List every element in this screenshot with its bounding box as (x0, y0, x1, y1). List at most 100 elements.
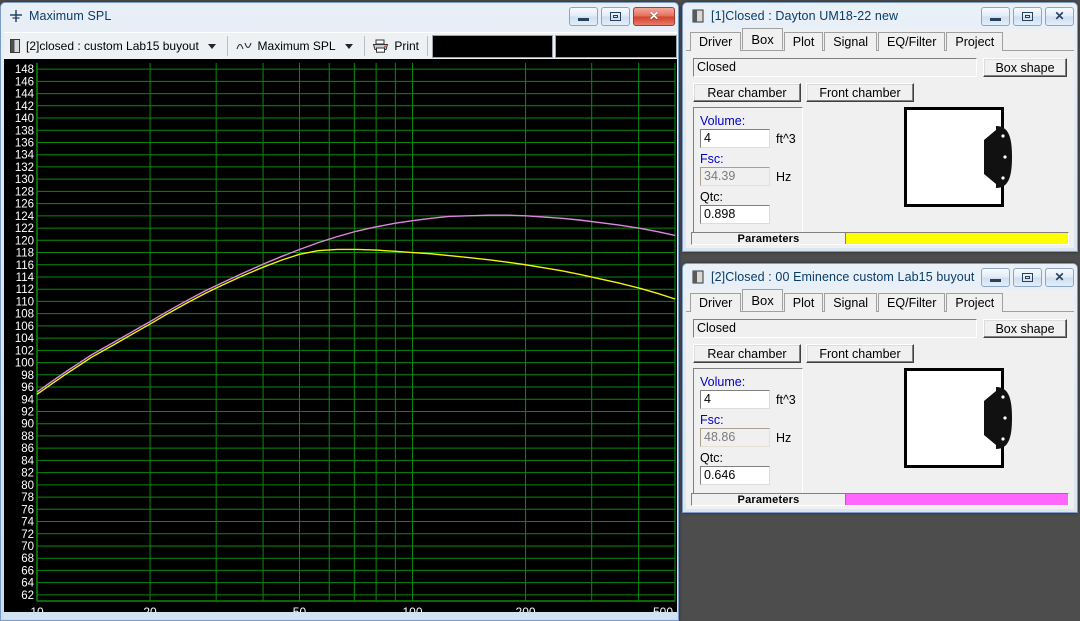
chamber-fields-group-1: Volume:4ft^3Fsc:34.39HzQtc:0.898Advanced… (693, 107, 803, 235)
plot-type-value: Maximum SPL (258, 39, 336, 53)
box-name-field[interactable]: Closed (693, 58, 977, 77)
tab-eq-filter[interactable]: EQ/Filter (878, 32, 945, 51)
spl-window-titlebar[interactable]: Maximum SPL ✕ (1, 3, 678, 29)
svg-text:62: 62 (21, 590, 34, 602)
field-label-qtc: Qtc: (700, 451, 723, 465)
spl-window-buttons: ✕ (569, 7, 675, 26)
maximize-icon[interactable] (601, 7, 630, 26)
close-icon[interactable]: ✕ (1045, 7, 1074, 26)
tab-signal[interactable]: Signal (824, 293, 877, 312)
tab-eq-filter[interactable]: EQ/Filter (878, 293, 945, 312)
svg-text:78: 78 (21, 492, 34, 504)
front-chamber-tab[interactable]: Front chamber (806, 83, 914, 102)
parameters-label: Parameters (692, 233, 846, 244)
svg-text:110: 110 (16, 296, 34, 308)
chevron-down-icon (208, 44, 216, 49)
field-label-fsc: Fsc: (700, 413, 724, 427)
svg-text:100: 100 (15, 358, 34, 370)
box-shape-preview-2 (904, 368, 1004, 468)
tab-box[interactable]: Box (742, 289, 782, 311)
maximize-icon[interactable] (1013, 268, 1042, 287)
chevron-down-icon (345, 44, 353, 49)
svg-text:116: 116 (16, 260, 34, 272)
svg-text:68: 68 (21, 553, 34, 565)
svg-text:96: 96 (21, 382, 34, 394)
print-button[interactable]: Print (366, 34, 425, 59)
tab-signal[interactable]: Signal (824, 32, 877, 51)
spl-window-title: Maximum SPL (29, 9, 569, 23)
field-input-volume[interactable]: 4 (700, 390, 770, 409)
tool-window-2-titlebar[interactable]: [2]Closed : 00 Eminence custom Lab15 buy… (683, 264, 1077, 290)
box-shape-button[interactable]: Box shape (983, 319, 1067, 338)
svg-text:50: 50 (293, 605, 307, 612)
field-label-volume: Volume: (700, 375, 745, 389)
box-panel-2: Closed Box shape Rear chamber Front cham… (686, 312, 1074, 509)
svg-text:200: 200 (516, 605, 536, 612)
tab-driver[interactable]: Driver (690, 32, 741, 51)
tab-plot[interactable]: Plot (784, 293, 824, 312)
svg-text:112: 112 (16, 284, 34, 296)
tool-window-1-title: [1]Closed : Dayton UM18-22 new (711, 9, 981, 23)
readout-left (432, 35, 554, 58)
svg-text:98: 98 (21, 370, 34, 382)
svg-text:106: 106 (15, 321, 34, 333)
svg-text:74: 74 (21, 517, 34, 529)
svg-text:92: 92 (21, 406, 34, 418)
minimize-icon[interactable] (569, 7, 598, 26)
document-icon (10, 39, 20, 53)
svg-text:94: 94 (21, 394, 34, 406)
tab-driver[interactable]: Driver (690, 293, 741, 312)
printer-icon (372, 39, 389, 53)
parameters-color-fill (846, 494, 1068, 505)
svg-text:88: 88 (21, 431, 34, 443)
svg-text:20: 20 (143, 605, 157, 612)
minimize-icon[interactable] (981, 268, 1010, 287)
box-shape-button[interactable]: Box shape (983, 58, 1067, 77)
box-shape-preview-1 (904, 107, 1004, 207)
svg-text:124: 124 (15, 211, 35, 223)
svg-text:144: 144 (15, 89, 35, 101)
svg-text:500: 500 (653, 605, 673, 612)
close-icon[interactable]: ✕ (1045, 268, 1074, 287)
maximum-spl-window: Maximum SPL ✕ [2]closed : custom Lab15 b… (0, 2, 679, 621)
project-combo[interactable]: [2]closed : custom Lab15 buyout (4, 34, 225, 59)
svg-text:136: 136 (15, 137, 34, 149)
field-unit-fsc: Hz (776, 170, 791, 184)
tool-window-1-titlebar[interactable]: [1]Closed : Dayton UM18-22 new ✕ (683, 3, 1077, 29)
field-label-fsc: Fsc: (700, 152, 724, 166)
rear-chamber-tab[interactable]: Rear chamber (693, 344, 801, 363)
svg-text:10: 10 (30, 605, 44, 612)
tool-window-2-buttons: ✕ (981, 268, 1074, 287)
crosshair-icon (9, 9, 23, 23)
field-unit-volume: ft^3 (776, 393, 796, 407)
field-input-qtc[interactable]: 0.898 (700, 205, 770, 224)
close-icon[interactable]: ✕ (633, 7, 675, 26)
svg-text:138: 138 (15, 125, 34, 137)
maximize-icon[interactable] (1013, 7, 1042, 26)
tab-box[interactable]: Box (742, 28, 782, 50)
minimize-icon[interactable] (981, 7, 1010, 26)
speaker-driver-icon (974, 124, 1020, 190)
tool-window-2-title: [2]Closed : 00 Eminence custom Lab15 buy… (711, 270, 981, 284)
plot-type-combo[interactable]: Maximum SPL (230, 34, 362, 59)
tab-project[interactable]: Project (946, 293, 1003, 312)
field-row-fsc: 34.39Hz (700, 167, 791, 186)
svg-text:132: 132 (15, 162, 34, 174)
tab-project[interactable]: Project (946, 32, 1003, 51)
front-chamber-tab[interactable]: Front chamber (806, 344, 914, 363)
spl-chart-svg: 1481461441421401381361341321301281261241… (4, 59, 677, 612)
svg-text:82: 82 (21, 468, 34, 480)
tab-plot[interactable]: Plot (784, 32, 824, 51)
box-name-field[interactable]: Closed (693, 319, 977, 338)
field-input-qtc[interactable]: 0.646 (700, 466, 770, 485)
svg-text:66: 66 (21, 565, 34, 577)
field-input-volume[interactable]: 4 (700, 129, 770, 148)
toolbar-divider (227, 36, 228, 56)
spl-chart[interactable]: 1481461441421401381361341321301281261241… (4, 59, 677, 612)
field-label-qtc: Qtc: (700, 190, 723, 204)
svg-text:114: 114 (16, 272, 35, 284)
rear-chamber-tab[interactable]: Rear chamber (693, 83, 801, 102)
chamber-tabs-2: Rear chamber Front chamber (693, 344, 914, 363)
svg-text:64: 64 (21, 578, 34, 590)
parameters-label: Parameters (692, 494, 846, 505)
